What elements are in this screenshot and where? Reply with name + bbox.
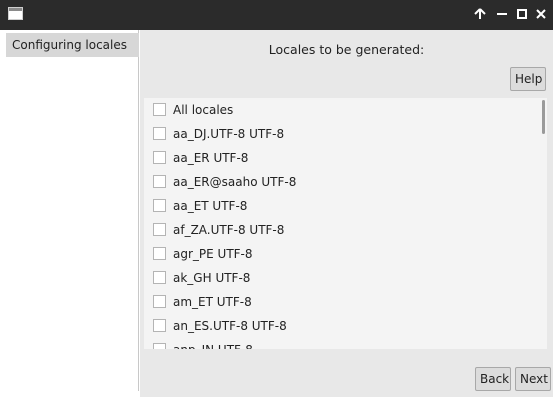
close-icon[interactable]	[531, 4, 551, 24]
list-item[interactable]: af_ZA.UTF-8 UTF-8	[144, 218, 539, 242]
window-icon	[8, 7, 23, 20]
list-item[interactable]: an_ES.UTF-8 UTF-8	[144, 314, 539, 338]
checkbox[interactable]	[153, 343, 166, 349]
list-item-label: aa_ET UTF-8	[173, 199, 248, 213]
checkbox[interactable]	[153, 223, 166, 236]
title-bar[interactable]	[0, 0, 553, 30]
checkbox[interactable]	[153, 271, 166, 284]
checkbox[interactable]	[153, 319, 166, 332]
minimize-icon[interactable]	[492, 4, 512, 24]
sidebar: Configuring locales	[6, 30, 139, 391]
list-item-label: anp_IN UTF-8	[173, 338, 253, 349]
back-button[interactable]: Back	[475, 367, 511, 391]
next-button[interactable]: Next	[515, 367, 551, 391]
checkbox[interactable]	[153, 175, 166, 188]
checkbox[interactable]	[153, 199, 166, 212]
list-item-all-locales[interactable]: All locales	[144, 98, 539, 122]
list-item[interactable]: aa_ET UTF-8	[144, 194, 539, 218]
list-item[interactable]: aa_ER UTF-8	[144, 146, 539, 170]
list-item-label: aa_ER@saaho UTF-8	[173, 175, 297, 189]
list-item[interactable]: aa_ER@saaho UTF-8	[144, 170, 539, 194]
sidebar-item-configuring-locales[interactable]: Configuring locales	[6, 33, 139, 57]
main-panel: Locales to be generated: Help All locale…	[140, 30, 553, 397]
sidebar-item-label: Configuring locales	[12, 38, 128, 52]
list-item-label: am_ET UTF-8	[173, 295, 252, 309]
page-title: Locales to be generated:	[268, 42, 425, 57]
checkbox[interactable]	[153, 295, 166, 308]
list-item-label: af_ZA.UTF-8 UTF-8	[173, 223, 285, 237]
scrollbar[interactable]	[540, 98, 547, 349]
list-item-label: All locales	[173, 103, 234, 117]
list-item-label: ak_GH UTF-8	[173, 271, 251, 285]
checkbox[interactable]	[153, 127, 166, 140]
up-arrow-icon[interactable]	[470, 4, 490, 24]
checkbox[interactable]	[153, 247, 166, 260]
list-item[interactable]: ak_GH UTF-8	[144, 266, 539, 290]
list-item[interactable]: am_ET UTF-8	[144, 290, 539, 314]
list-item[interactable]: agr_PE UTF-8	[144, 242, 539, 266]
maximize-icon[interactable]	[512, 4, 532, 24]
locale-list[interactable]: All locales aa_DJ.UTF-8 UTF-8 aa_ER UTF-…	[144, 98, 547, 349]
list-item-label: aa_ER UTF-8	[173, 151, 249, 165]
checkbox[interactable]	[153, 151, 166, 164]
list-item[interactable]: aa_DJ.UTF-8 UTF-8	[144, 122, 539, 146]
list-item-label: an_ES.UTF-8 UTF-8	[173, 319, 287, 333]
checkbox[interactable]	[153, 103, 166, 116]
scrollbar-thumb[interactable]	[542, 100, 545, 134]
list-item-label: agr_PE UTF-8	[173, 247, 253, 261]
list-item[interactable]: anp_IN UTF-8	[144, 338, 539, 349]
help-button[interactable]: Help	[510, 67, 546, 91]
list-item-label: aa_DJ.UTF-8 UTF-8	[173, 127, 285, 141]
